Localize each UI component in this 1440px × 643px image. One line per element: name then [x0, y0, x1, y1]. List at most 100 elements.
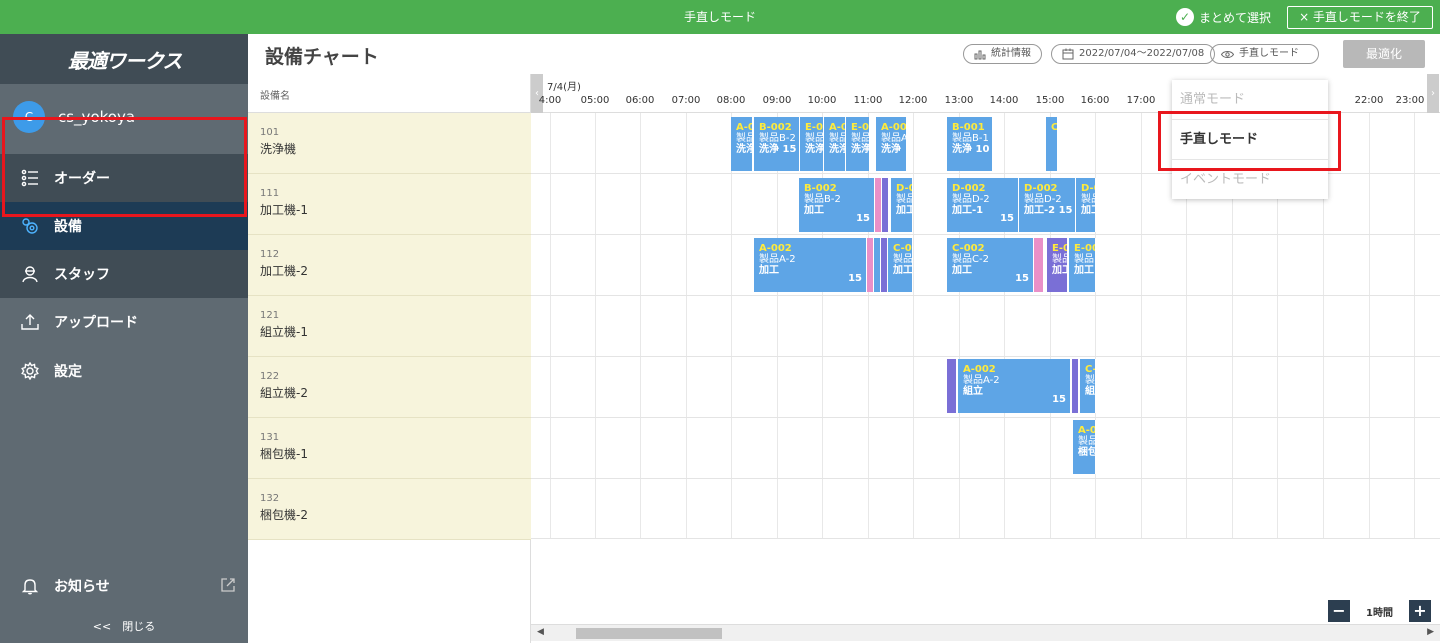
grid-line [913, 113, 914, 538]
mode-select-button[interactable]: 手直しモード [1210, 44, 1319, 64]
zoom-in-button[interactable]: + [1409, 600, 1431, 622]
sidebar-item-label: スタッフ [54, 267, 110, 283]
nav-highlight-box [2, 117, 247, 217]
bulk-select-button[interactable]: ✓ まとめて選択 [1176, 7, 1271, 27]
block-operation: 加工-2 15 [1024, 205, 1073, 216]
timeline-scroll-left-button[interactable]: ‹ [531, 74, 543, 113]
schedule-block[interactable]: E-002 製品 加工 [1069, 238, 1096, 292]
end-rework-mode-button[interactable]: × 手直しモードを終了 [1287, 6, 1433, 29]
block-product: 製品 [1081, 194, 1095, 205]
external-link-icon[interactable] [220, 577, 236, 597]
block-code: B-002 [759, 122, 792, 133]
schedule-block[interactable]: C-002 製品C-2 加工 15 [947, 238, 1034, 292]
block-code: A-001 [829, 122, 845, 133]
block-code: C- [1051, 122, 1058, 133]
block-product: 製品A-2 [736, 133, 752, 144]
block-code: B-001 [952, 122, 985, 133]
scroll-left-arrow-icon[interactable]: ◀ [537, 627, 544, 637]
sidebar-item-staff[interactable]: スタッフ [0, 250, 248, 298]
sidebar-item-notice[interactable]: お知らせ [0, 564, 248, 608]
equipment-column-header: 設備名 [248, 74, 531, 113]
grid-line [1050, 113, 1051, 538]
zoom-out-button[interactable]: − [1328, 600, 1350, 622]
setup-sliver[interactable] [874, 238, 880, 292]
scrollbar-thumb[interactable] [576, 628, 722, 639]
sidebar-item-label: 設備 [54, 219, 82, 235]
timeline-scroll-right-button[interactable]: › [1427, 74, 1439, 113]
schedule-block[interactable]: E-001 製品E-1 洗浄 [846, 117, 870, 171]
date-range-button[interactable]: 2022/07/04〜2022/07/08 [1051, 44, 1216, 64]
setup-sliver[interactable] [875, 178, 881, 232]
equipment-name: 梱包機-2 [260, 508, 308, 522]
equipment-row[interactable]: 122 組立機-2 [248, 357, 531, 418]
setup-sliver[interactable] [1034, 238, 1043, 292]
schedule-block[interactable]: B-002 製品B-2 加工 15 [799, 178, 875, 232]
block-quantity: 15 [1015, 273, 1029, 284]
equipment-row[interactable]: 121 組立機-1 [248, 296, 531, 357]
schedule-block[interactable]: E-002 製品 加工 [1047, 238, 1068, 292]
grid-line [1414, 113, 1415, 538]
setup-sliver[interactable] [1072, 359, 1078, 413]
schedule-block[interactable]: A-001 製品A-1 洗浄 [824, 117, 846, 171]
block-code: A-002 [736, 122, 752, 133]
notice-label: お知らせ [54, 579, 110, 595]
check-circle-icon: ✓ [1176, 8, 1194, 26]
equipment-row[interactable]: 132 梱包機-2 [248, 479, 531, 540]
upload-icon [20, 312, 40, 332]
collapse-sidebar-button[interactable]: << 閉じる [0, 618, 248, 638]
stats-button[interactable]: 統計情報 [963, 44, 1042, 64]
equipment-row[interactable]: 131 梱包機-1 [248, 418, 531, 479]
setup-sliver[interactable] [947, 359, 956, 413]
menu-highlight-box [1158, 111, 1341, 171]
sidebar-item-settings[interactable]: 設定 [0, 347, 248, 395]
block-quantity: 15 [848, 273, 862, 284]
setup-sliver[interactable] [881, 238, 887, 292]
schedule-block[interactable]: A-002 製品A-2 組立 15 [958, 359, 1071, 413]
eye-icon [1221, 50, 1234, 59]
row-divider [531, 234, 1440, 235]
block-quantity: 15 [1000, 213, 1014, 224]
block-product: 製品D-2 [1024, 194, 1062, 205]
grid-line [640, 113, 641, 538]
schedule-block[interactable]: A-002 製品A-2 洗浄 [731, 117, 753, 171]
schedule-block[interactable]: B-001 製品B-1 洗浄 10 [947, 117, 993, 171]
block-code: C-002 [1085, 364, 1096, 375]
schedule-block[interactable]: D-002 製品 加工 [891, 178, 913, 232]
schedule-block[interactable]: B-002 製品B-2 洗浄 15 [754, 117, 800, 171]
setup-sliver[interactable] [867, 238, 873, 292]
equipment-row[interactable]: 112 加工機-2 [248, 235, 531, 296]
setup-sliver[interactable] [882, 178, 888, 232]
block-product: 製品 [1074, 254, 1094, 265]
staff-icon [20, 264, 40, 284]
schedule-block[interactable]: D-002 製品 加工 [1076, 178, 1096, 232]
grid-line [595, 113, 596, 538]
mode-select-label: 手直しモード [1239, 48, 1299, 59]
schedule-block[interactable]: C- [1046, 117, 1058, 171]
scroll-right-arrow-icon[interactable]: ▶ [1427, 627, 1434, 637]
schedule-block[interactable]: D-002 製品D-2 加工-2 15 [1019, 178, 1076, 232]
optimize-button[interactable]: 最適化 [1343, 40, 1425, 68]
schedule-block[interactable]: E-002 製品E-2 洗浄 [800, 117, 824, 171]
schedule-block[interactable]: C-002 製品 加工 [888, 238, 913, 292]
horizontal-scrollbar[interactable]: ◀ ▶ [531, 624, 1440, 641]
grid-line [777, 113, 778, 538]
schedule-block[interactable]: A-002 製品A-2 洗浄 [876, 117, 907, 171]
schedule-block[interactable]: C-002 製品 組立 [1080, 359, 1096, 413]
row-divider [531, 478, 1440, 479]
block-product: 製品A-2 [881, 133, 907, 144]
bar-chart-icon [974, 49, 986, 60]
equipment-row[interactable]: 101 洗浄機 [248, 113, 531, 174]
sidebar-item-upload[interactable]: アップロード [0, 298, 248, 346]
logo[interactable]: 最適ワークス [68, 45, 182, 74]
time-tick: 08:00 [716, 95, 746, 106]
schedule-block[interactable]: A-002 製品A-2 加工 15 [754, 238, 867, 292]
equipment-code: 112 [260, 249, 280, 260]
equipment-row[interactable]: 111 加工機-1 [248, 174, 531, 235]
block-code: A-002 [759, 243, 792, 254]
schedule-block[interactable]: D-002 製品D-2 加工-1 15 [947, 178, 1019, 232]
page-title: 設備チャート [265, 46, 379, 68]
schedule-block[interactable]: A-002 製品 梱包 [1073, 420, 1096, 474]
block-code: D-002 [896, 183, 912, 194]
grid-line [868, 113, 869, 538]
block-operation: 洗浄 15 [759, 144, 797, 155]
